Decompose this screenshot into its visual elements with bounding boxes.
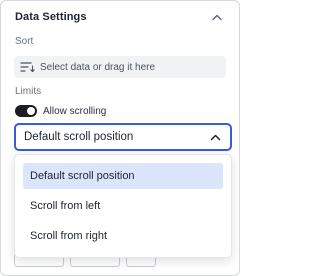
allow-scrolling-row: Allow scrolling [15,105,106,117]
sort-lines-icon [19,60,35,74]
panel-header[interactable]: Data Settings [15,8,225,26]
limits-section-label: Limits [15,86,42,97]
sort-placeholder: Select data or drag it here [40,61,156,73]
select-value: Default scroll position [24,131,134,143]
sort-section-label: Sort [15,36,34,47]
allow-scrolling-toggle[interactable] [15,105,37,117]
option-default-scroll-position[interactable]: Default scroll position [23,163,223,189]
chevron-up-icon [210,128,221,146]
data-settings-panel: Data Settings Sort Select data or drag i… [0,0,240,276]
scroll-position-select[interactable]: Default scroll position [14,123,232,151]
allow-scrolling-label: Allow scrolling [43,105,107,117]
scroll-position-dropdown: Default scroll position Scroll from left… [14,154,232,258]
option-scroll-from-right[interactable]: Scroll from right [23,223,223,249]
option-scroll-from-left[interactable]: Scroll from left [23,193,223,219]
chevron-up-icon[interactable] [210,10,224,24]
panel-title: Data Settings [15,11,87,23]
sort-dropzone[interactable]: Select data or drag it here [14,56,226,78]
toggle-knob [27,107,35,115]
